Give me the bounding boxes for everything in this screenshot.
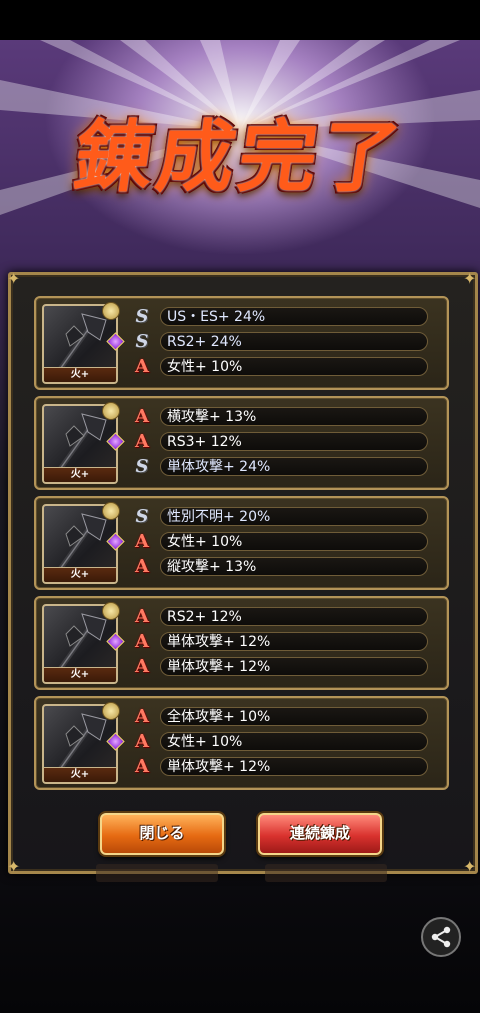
element-label: 火+ <box>44 667 116 682</box>
fire-element-icon <box>102 502 120 520</box>
title-wrap: 錬成完了 <box>0 95 480 207</box>
corner-ornament-icon: ✦ <box>7 857 21 876</box>
stat-row: A 女性+ 10% <box>132 356 433 378</box>
stat-text: 横攻撃+ 13% <box>160 407 428 426</box>
button-shadow <box>265 864 387 882</box>
stat-text: RS2+ 24% <box>160 332 428 351</box>
rank-a-icon: A <box>135 531 149 552</box>
result-title: 錬成完了 <box>68 112 410 203</box>
stat-row: A 単体攻撃+ 12% <box>132 756 433 778</box>
stat-text: 全体攻撃+ 10% <box>160 707 428 726</box>
status-bar <box>0 0 480 40</box>
share-button[interactable] <box>421 917 461 957</box>
corner-ornament-icon: ✦ <box>463 269 477 288</box>
stat-row: A RS2+ 12% <box>132 606 433 628</box>
rank-a-icon: A <box>135 356 149 377</box>
rank-s-icon: S <box>135 331 149 352</box>
stat-row: A 単体攻撃+ 12% <box>132 631 433 653</box>
continue-refine-button[interactable]: 連続錬成 <box>258 813 382 855</box>
rank-s-icon: S <box>135 456 149 477</box>
element-label: 火+ <box>44 567 116 582</box>
stat-text: 単体攻撃+ 24% <box>160 457 428 476</box>
fire-element-icon <box>102 402 120 420</box>
corner-ornament-icon: ✦ <box>7 269 21 288</box>
result-card: 火+ S 性別不明+ 20% A 女性+ 10% A 縦攻撃+ 13% <box>34 496 449 590</box>
stat-text: 女性+ 10% <box>160 732 428 751</box>
rank-s-icon: S <box>135 306 149 327</box>
stat-row: A 横攻撃+ 13% <box>132 406 433 428</box>
stat-text: 単体攻撃+ 12% <box>160 657 428 676</box>
result-card: 火+ A 全体攻撃+ 10% A 女性+ 10% A 単体攻撃+ 12% <box>34 696 449 790</box>
stat-row: A RS3+ 12% <box>132 431 433 453</box>
stat-row: S 性別不明+ 20% <box>132 506 433 528</box>
result-card: 火+ A 横攻撃+ 13% A RS3+ 12% S 単体攻撃+ 24% <box>34 396 449 490</box>
fire-element-icon <box>102 702 120 720</box>
rank-a-icon: A <box>135 556 149 577</box>
rank-a-icon: A <box>135 656 149 677</box>
rank-a-icon: A <box>135 756 149 777</box>
element-label: 火+ <box>44 367 116 382</box>
stat-text: RS2+ 12% <box>160 607 428 626</box>
stat-text: RS3+ 12% <box>160 432 428 451</box>
stat-row: A 縦攻撃+ 13% <box>132 556 433 578</box>
element-label: 火+ <box>44 767 116 782</box>
stat-text: 女性+ 10% <box>160 357 428 376</box>
rank-s-icon: S <box>135 506 149 527</box>
rank-a-icon: A <box>135 606 149 627</box>
stat-row: A 女性+ 10% <box>132 731 433 753</box>
corner-ornament-icon: ✦ <box>463 857 477 876</box>
element-label: 火+ <box>44 467 116 482</box>
stat-text: 縦攻撃+ 13% <box>160 557 428 576</box>
close-button[interactable]: 閉じる <box>100 813 224 855</box>
stat-text: US・ES+ 24% <box>160 307 428 326</box>
fire-element-icon <box>102 302 120 320</box>
button-shadow <box>96 864 218 882</box>
rank-a-icon: A <box>135 731 149 752</box>
result-card: 火+ A RS2+ 12% A 単体攻撃+ 12% A 単体攻撃+ 12% <box>34 596 449 690</box>
stat-row: A 女性+ 10% <box>132 531 433 553</box>
stat-text: 単体攻撃+ 12% <box>160 632 428 651</box>
rank-a-icon: A <box>135 431 149 452</box>
stat-text: 単体攻撃+ 12% <box>160 757 428 776</box>
stat-row: A 単体攻撃+ 12% <box>132 656 433 678</box>
fire-element-icon <box>102 602 120 620</box>
stat-row: S US・ES+ 24% <box>132 306 433 328</box>
rank-a-icon: A <box>135 631 149 652</box>
stat-text: 女性+ 10% <box>160 532 428 551</box>
rank-a-icon: A <box>135 406 149 427</box>
stat-text: 性別不明+ 20% <box>160 507 428 526</box>
result-card: 火+ S US・ES+ 24% S RS2+ 24% A 女性+ 10% <box>34 296 449 390</box>
stat-row: S RS2+ 24% <box>132 331 433 353</box>
share-icon <box>431 926 451 948</box>
stat-row: S 単体攻撃+ 24% <box>132 456 433 478</box>
rank-a-icon: A <box>135 706 149 727</box>
stat-row: A 全体攻撃+ 10% <box>132 706 433 728</box>
